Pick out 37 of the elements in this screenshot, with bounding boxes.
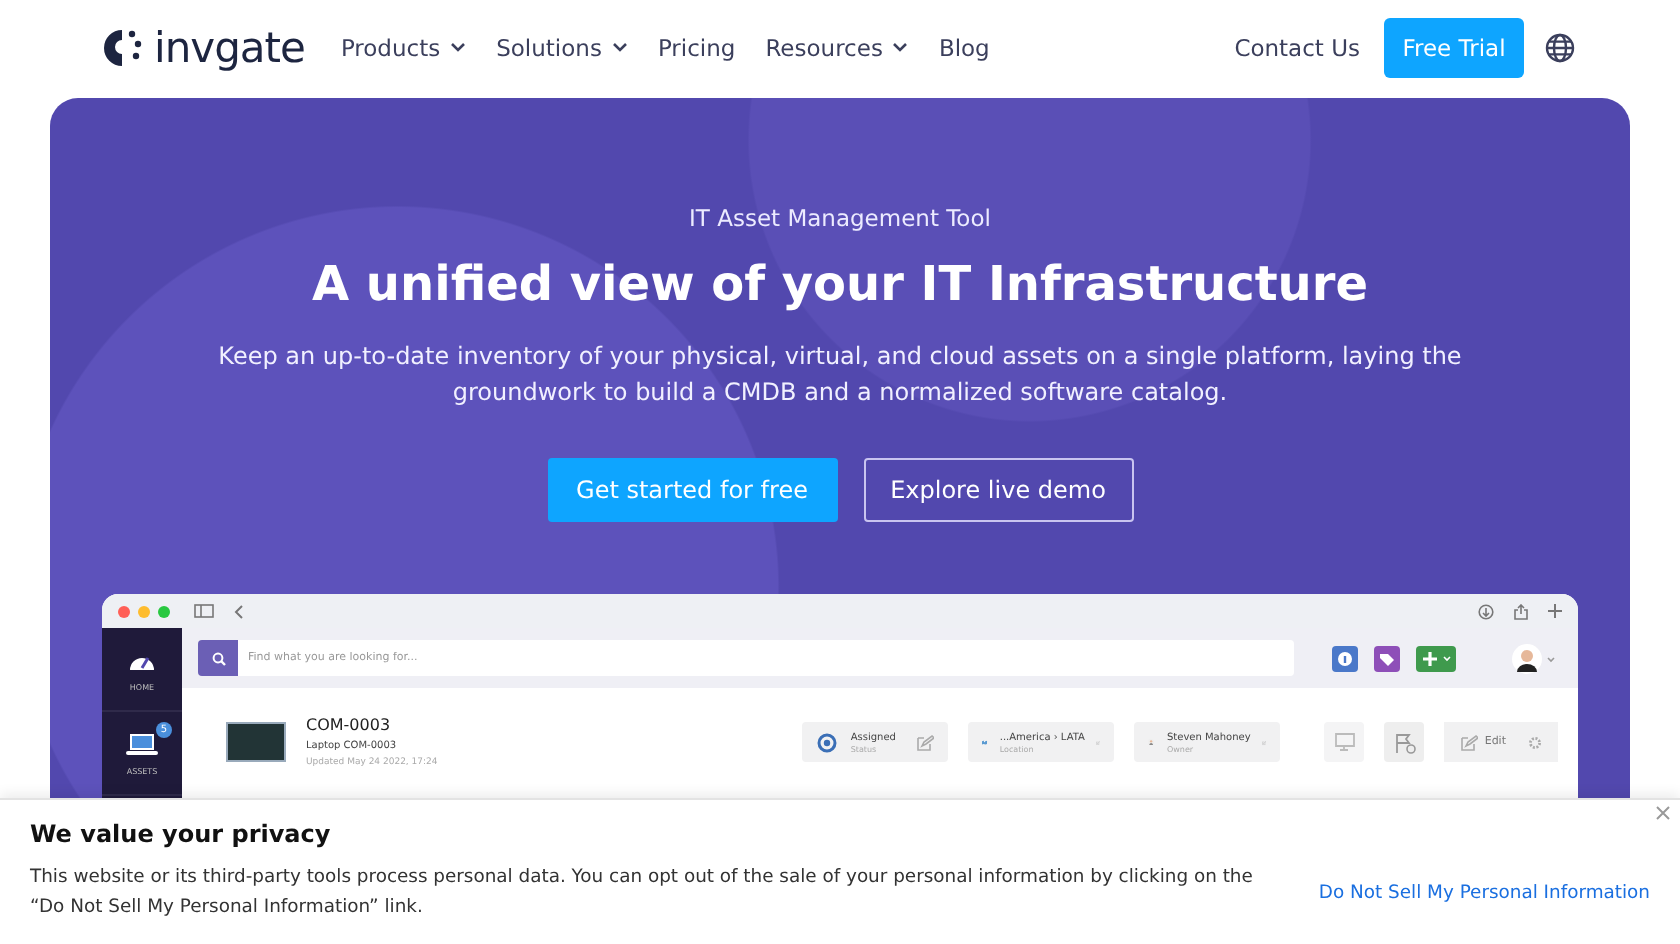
edit-icon[interactable] [916,733,935,751]
logo-text[interactable]: invgate [154,24,305,72]
laptop-image [226,722,286,762]
nav-link[interactable]: Resources [765,34,909,62]
laptop-icon [126,731,158,755]
chevron-down-icon [892,42,909,54]
hero-description: Keep an up-to-date inventory of your physical, virtual, and cloud assets on a single platform, laying the groundwork to build a CMDB and a normalized software catalog. [216,340,1464,410]
nav-link[interactable]: Blog [938,34,990,62]
info-icon[interactable] [1332,645,1358,671]
search-icon [211,651,225,665]
add-icon[interactable] [1416,645,1456,671]
target-icon [816,731,839,753]
hero-title: A unified view of your IT Infrastructure [311,256,1369,312]
share-icon[interactable] [1514,603,1528,619]
flag-icon[interactable] [1393,731,1416,753]
contact-link[interactable]: Contact Us [1234,34,1360,62]
eyebrow-text: IT Asset Management Tool [689,204,991,232]
logo-icon [104,26,144,70]
globe-icon[interactable] [1544,32,1576,64]
search-button[interactable] [198,640,238,676]
avatar-icon[interactable] [1512,643,1556,673]
privacy-text: This website or its third-party tools process personal data. You can opt out of the sale of your personal information by clicking on the “Do Not Sell My Personal Information” link. [30,864,1255,922]
sidebar-toggle-icon[interactable] [194,604,214,618]
do-not-sell-link[interactable]: Do Not Sell My Personal Information [1318,881,1650,903]
download-icon[interactable] [1478,603,1494,619]
plus-icon[interactable] [1548,604,1562,618]
nav-link[interactable]: Solutions [496,34,628,62]
nav-link[interactable]: Pricing [657,34,736,62]
tag-icon[interactable] [1374,645,1400,671]
chevron-down-icon [450,42,467,54]
privacy-title: We value your privacy [30,820,331,848]
asset-id: COM-0003 [306,716,393,734]
edit-icon [1460,733,1479,751]
live-demo-button[interactable]: Explore live demo [863,458,1133,522]
nav-link[interactable]: Products [340,34,467,62]
chevron-down-icon [611,42,628,54]
close-icon[interactable] [1656,806,1670,820]
